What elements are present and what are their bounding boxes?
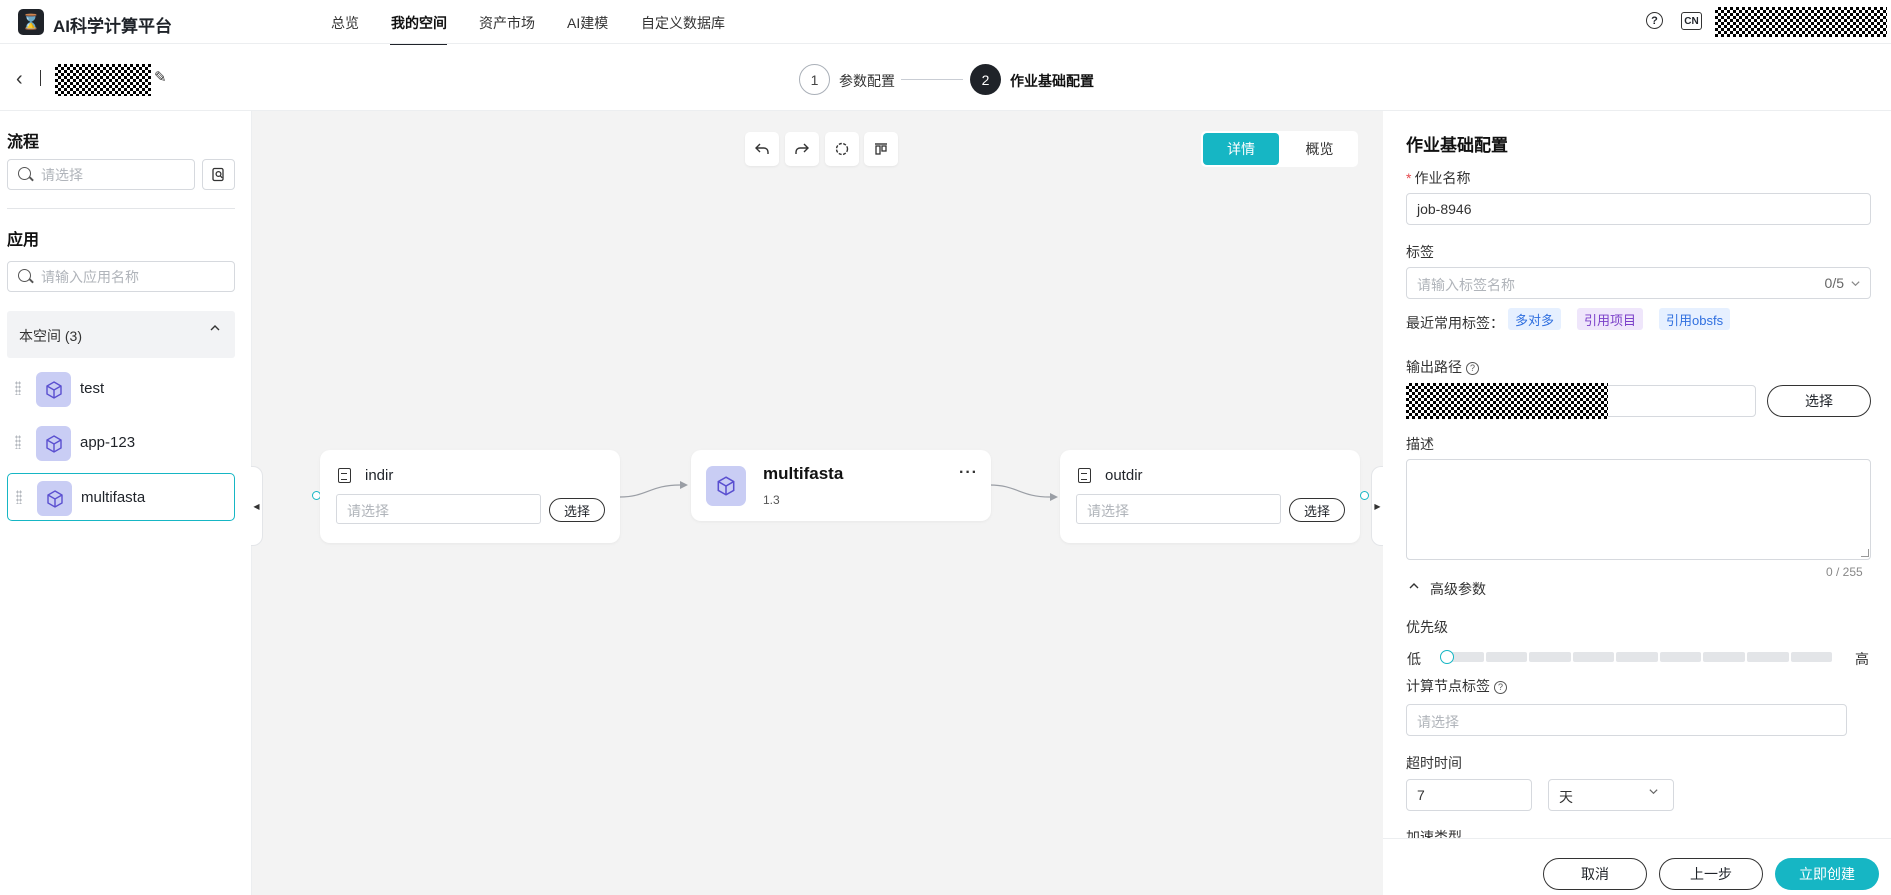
panel-title: 作业基础配置 [1406,136,1508,155]
app-title: AI科学计算平台 [53,17,172,36]
timeout-label: 超时时间 [1406,755,1462,771]
help-icon[interactable]: ? [1646,12,1663,29]
search-icon [18,269,31,282]
recent-tag-chip[interactable]: 多对多 [1508,308,1562,330]
drag-handle-icon[interactable] [16,490,22,504]
app-section-title: 应用 [7,232,40,249]
outdir-path-input[interactable]: 请选择 [1076,494,1281,524]
indir-path-input[interactable]: 请选择 [336,494,541,524]
indir-select-button[interactable]: 选择 [549,498,605,522]
app-name: app-123 [80,434,136,451]
output-path-label: 输出路径? [1406,357,1479,377]
flow-search-input[interactable] [41,165,187,185]
description-char-count: 0 / 255 [1826,565,1863,579]
drag-handle-icon[interactable] [15,435,21,449]
search-icon [18,167,31,180]
document-search-icon [212,167,224,182]
app-logo-icon: ⌛ [18,9,44,35]
create-now-button[interactable]: 立即创建 [1775,858,1879,890]
cube-icon [37,481,72,516]
node-tag-select[interactable]: 请选择 [1406,704,1847,736]
cancel-button[interactable]: 取消 [1543,858,1647,890]
chevron-down-icon [1850,276,1861,292]
timeout-value-input[interactable]: 7 [1406,779,1532,811]
nav-tab-my-space[interactable]: 我的空间 [391,13,447,33]
cube-icon [706,466,746,506]
output-path-select-button[interactable]: 选择 [1767,385,1871,417]
step-connector [901,79,963,80]
flow-section-title: 流程 [7,134,40,151]
drag-handle-icon[interactable] [15,381,21,395]
document-icon [338,468,351,483]
language-switch[interactable]: CN [1681,12,1702,30]
help-circle-icon[interactable]: ? [1466,361,1479,375]
nav-tab-custom-database[interactable]: 自定义数据库 [641,13,725,33]
expand-right-panel-button[interactable]: ▶ [1371,466,1383,546]
help-circle-icon[interactable]: ? [1494,680,1507,694]
advanced-params-toggle[interactable]: 高级参数 [1430,579,1486,599]
chevron-down-icon [1648,786,1659,800]
app-search-input[interactable] [41,267,227,287]
chevron-up-icon[interactable] [209,322,221,337]
input-node-title: indir [365,467,394,484]
step-1-indicator[interactable]: 1 [799,64,830,95]
output-path-masked [1406,383,1608,419]
nav-tab-asset-market[interactable]: 资产市场 [479,13,535,33]
top-nav-bar [0,0,1891,44]
nav-tab-ai-modeling[interactable]: AI建模 [567,13,608,33]
flow-search-box[interactable] [7,159,195,190]
app-name: test [80,380,105,397]
app-search-box[interactable] [7,261,235,292]
priority-slider-handle[interactable] [1440,650,1454,664]
step-2-label: 作业基础配置 [1010,73,1094,89]
document-icon [1078,468,1091,483]
outdir-select-button[interactable]: 选择 [1289,498,1345,522]
job-name-input[interactable]: job-8946 [1406,193,1871,225]
input-node-indir[interactable]: indir 请选择 选择 [320,450,620,543]
app-node-version: 1.3 [763,493,780,507]
job-name-label: * 作业名称 [1406,170,1471,186]
edit-pencil-icon[interactable]: ✎ [154,68,167,86]
flow-filter-button[interactable] [202,159,235,190]
output-node-outdir[interactable]: outdir 请选择 选择 [1060,450,1360,543]
output-node-title: outdir [1105,467,1143,484]
app-node-title: multifasta [763,464,844,483]
cube-icon [36,372,71,407]
nav-tab-overview[interactable]: 总览 [331,13,359,33]
tags-count: 0/5 [1824,275,1844,291]
divider [7,208,235,209]
space-group-label: 本空间 (3) [19,328,82,344]
step-1-label[interactable]: 参数配置 [839,71,895,91]
more-options-icon[interactable]: ··· [959,464,978,482]
back-arrow-icon[interactable]: ‹ [16,68,23,91]
description-label: 描述 [1406,436,1434,452]
recent-tag-chip[interactable]: 引用项目 [1577,308,1644,330]
cube-icon [36,426,71,461]
tags-select[interactable]: 请输入标签名称 0/5 [1406,267,1871,299]
step-2-indicator: 2 [970,64,1001,95]
resize-grip-icon[interactable] [1861,549,1869,557]
priority-high-label: 高 [1855,651,1869,667]
recent-tag-chip[interactable]: 引用obsfs [1659,308,1731,330]
priority-slider-track[interactable] [1442,652,1833,662]
recent-tags-label: 最近常用标签： [1406,315,1504,331]
priority-label: 优先级 [1406,619,1448,635]
app-list-item-selected[interactable]: multifasta [7,473,235,521]
priority-low-label: 低 [1407,651,1421,667]
app-node-multifasta[interactable]: multifasta 1.3 ··· [691,450,991,521]
step-header-bar [0,45,1891,111]
description-textarea[interactable] [1406,459,1871,560]
app-list-item[interactable]: app-123 [7,419,235,467]
user-account-masked[interactable] [1715,7,1887,37]
app-list-item[interactable]: test [7,365,235,413]
chevron-up-icon[interactable] [1408,580,1420,595]
node-tag-label: 计算节点标签? [1406,676,1507,696]
divider [40,70,41,86]
previous-step-button[interactable]: 上一步 [1659,858,1763,890]
app-name: multifasta [81,489,146,506]
job-name-masked [55,64,151,96]
output-port[interactable] [1360,491,1369,500]
tags-label: 标签 [1406,244,1434,260]
